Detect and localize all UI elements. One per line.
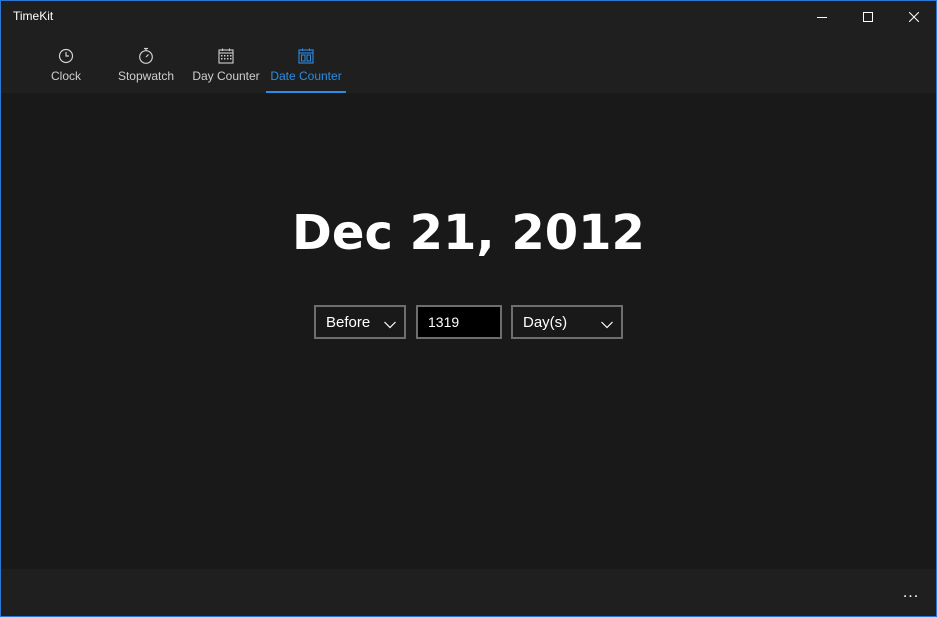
amount-input[interactable]: 1319 (416, 305, 502, 339)
tab-day-counter[interactable]: Day Counter (189, 33, 263, 93)
title-bar[interactable]: TimeKit (1, 1, 936, 33)
tab-stopwatch[interactable]: Stopwatch (111, 33, 181, 93)
unit-select-value: Day(s) (523, 313, 568, 331)
calendar-icon (218, 47, 234, 65)
minimize-icon (817, 12, 827, 22)
close-icon (909, 12, 919, 22)
app-window: TimeKit Clock Stopwatch Day Counter Date… (0, 0, 937, 617)
more-options-button[interactable]: ... (896, 579, 926, 607)
chevron-down-icon (384, 316, 396, 333)
unit-select[interactable]: Day(s) (511, 305, 623, 339)
tab-date-counter-label: Date Counter (270, 69, 342, 83)
maximize-button[interactable] (845, 1, 891, 33)
minimize-button[interactable] (799, 1, 845, 33)
tab-day-counter-label: Day Counter (192, 69, 260, 83)
maximize-icon (863, 12, 873, 22)
result-date: Dec 21, 2012 (292, 205, 645, 261)
stopwatch-icon (138, 47, 154, 65)
main-content: Dec 21, 2012 Before 1319 Day(s) (1, 93, 936, 569)
app-title: TimeKit (13, 9, 54, 23)
amount-input-value: 1319 (428, 314, 460, 330)
tab-date-counter[interactable]: Date Counter (266, 33, 346, 93)
tab-clock-label: Clock (50, 69, 81, 83)
more-options-icon: ... (902, 584, 920, 601)
close-button[interactable] (891, 1, 937, 33)
chevron-down-icon (601, 316, 613, 333)
direction-select-value: Before (326, 313, 371, 331)
direction-select[interactable]: Before (314, 305, 406, 339)
tab-clock[interactable]: Clock (31, 33, 101, 93)
nav-bar: Clock Stopwatch Day Counter Date Counter (1, 33, 936, 93)
tab-stopwatch-label: Stopwatch (117, 69, 175, 83)
bottom-app-bar: ... (1, 569, 936, 616)
clock-icon (58, 47, 74, 65)
calendar-grid-icon (298, 47, 314, 65)
